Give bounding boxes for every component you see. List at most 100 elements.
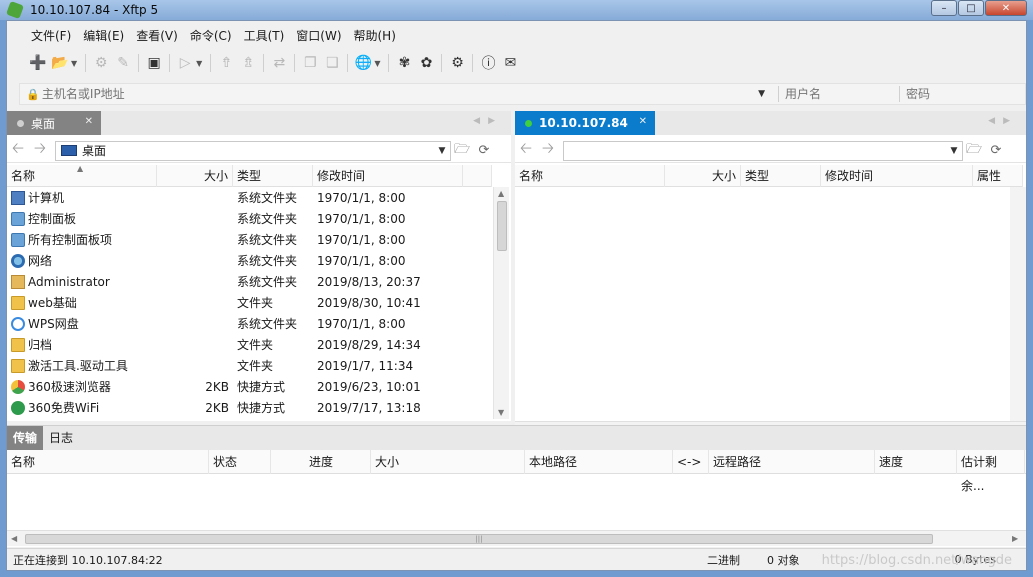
scroll-left-icon[interactable]: ◀ [11, 534, 17, 543]
new-session-icon[interactable]: ➕ [27, 53, 49, 73]
tab-local-desktop[interactable]: 桌面 ✕ [7, 111, 101, 135]
scroll-up-icon[interactable]: ▲ [498, 189, 504, 198]
file-row[interactable]: 控制面板 系统文件夹 1970/1/1, 8:00 [7, 208, 492, 229]
play-icon[interactable]: ▷ [174, 53, 196, 73]
chat-icon[interactable]: ✉ [499, 53, 521, 73]
path-dropdown-icon[interactable]: ▼ [434, 146, 450, 156]
file-row[interactable]: 激活工具.驱动工具 文件夹 2019/1/7, 11:34 [7, 355, 492, 376]
transfer-horizontal-scrollbar[interactable]: ◀ ||| ▶ [7, 530, 1026, 546]
menu-tools[interactable]: 工具(T) [238, 27, 291, 44]
tab-transfer[interactable]: 传输 [7, 426, 44, 450]
column-speed[interactable]: 速度 [875, 450, 957, 474]
menu-view[interactable]: 查看(V) [130, 27, 184, 44]
column-size[interactable]: 大小 [157, 165, 233, 187]
xshell-icon[interactable]: ✾ [393, 53, 415, 73]
file-row[interactable]: Administrator 系统文件夹 2019/8/13, 20:37 [7, 271, 492, 292]
local-vertical-scrollbar[interactable]: ▲ ▼ [493, 187, 509, 419]
column-type[interactable]: 类型 [233, 165, 313, 187]
help-icon[interactable]: ⓘ [477, 53, 499, 73]
column-modified[interactable]: 修改时间 [821, 165, 973, 187]
back-arrow-icon[interactable]: 🡠 [7, 138, 29, 163]
tab-log[interactable]: 日志 [43, 426, 79, 450]
column-modified[interactable]: 修改时间 [313, 165, 463, 187]
scroll-thumb[interactable]: ||| [25, 534, 933, 544]
host-input[interactable] [41, 87, 759, 101]
cloud-icon [11, 316, 25, 331]
column-extra[interactable] [463, 165, 492, 187]
toolbar-separator [388, 54, 390, 72]
file-row[interactable]: web基础 文件夹 2019/8/30, 10:41 [7, 292, 492, 313]
path-dropdown-icon[interactable]: ▼ [946, 146, 962, 156]
remote-vertical-scrollbar[interactable] [1010, 187, 1026, 421]
paste-icon[interactable]: ❑ [321, 53, 343, 73]
properties-icon[interactable]: ▣ [143, 53, 165, 73]
transfer-column-headers: 名称 状态 进度 大小 本地路径 <-> 远程路径 速度 估计剩余... [7, 450, 1026, 493]
host-dropdown-icon[interactable]: ▼ [758, 89, 778, 99]
connect-icon[interactable]: ⚙ [90, 53, 112, 73]
file-row[interactable]: 计算机 系统文件夹 1970/1/1, 8:00 [7, 187, 492, 208]
copy-icon[interactable]: ❐ [299, 53, 321, 73]
globe-icon[interactable]: 🌐 [352, 53, 374, 73]
column-name[interactable]: 名称 ▲ [7, 164, 157, 187]
parent-folder-icon[interactable]: 🗁 [963, 140, 985, 162]
refresh-icon[interactable]: ⟳ [473, 143, 495, 158]
tab-scroll-arrows-icon[interactable]: ◀▶ [473, 116, 503, 126]
local-path-select[interactable]: 桌面 ▼ [55, 140, 451, 161]
column-progress[interactable]: 进度 [271, 450, 371, 474]
column-type[interactable]: 类型 [741, 165, 821, 187]
disconnect-icon[interactable]: ✎ [112, 53, 134, 73]
menu-file[interactable]: 文件(F) [25, 27, 77, 44]
close-tab-icon[interactable]: ✕ [639, 116, 647, 127]
minimize-button[interactable]: – [931, 0, 957, 16]
column-attributes[interactable]: 属性 [973, 165, 1023, 187]
column-direction[interactable]: <-> [673, 450, 709, 474]
menu-edit[interactable]: 编辑(E) [77, 27, 130, 44]
xftp-icon[interactable]: ✿ [415, 53, 437, 73]
globe-dropdown-icon[interactable]: ▼ [374, 59, 380, 68]
close-tab-icon[interactable]: ✕ [85, 116, 93, 127]
column-remote-path[interactable]: 远程路径 [709, 450, 875, 474]
column-size[interactable]: 大小 [665, 165, 741, 187]
menu-command[interactable]: 命令(C) [184, 27, 238, 44]
remote-path-select[interactable]: ▼ [563, 140, 963, 161]
column-status[interactable]: 状态 [209, 450, 271, 474]
upload-icon[interactable]: ⇮ [215, 53, 237, 73]
file-modified: 2019/1/7, 11:34 [317, 358, 414, 373]
play-dropdown-icon[interactable]: ▼ [196, 59, 202, 68]
close-button[interactable]: ✕ [985, 0, 1027, 16]
toolbar-separator [138, 54, 140, 72]
file-row[interactable]: 所有控制面板项 系统文件夹 1970/1/1, 8:00 [7, 229, 492, 250]
scroll-right-icon[interactable]: ▶ [1012, 534, 1018, 543]
file-row[interactable]: 归档 文件夹 2019/8/29, 14:34 [7, 334, 492, 355]
forward-arrow-icon[interactable]: 🡢 [29, 138, 51, 163]
menu-help[interactable]: 帮助(H) [348, 27, 402, 44]
connection-status: 正在连接到 10.10.107.84:22 [13, 553, 163, 567]
forward-arrow-icon[interactable]: 🡢 [537, 138, 559, 163]
column-name[interactable]: 名称 [7, 450, 209, 474]
tab-scroll-arrows-icon[interactable]: ◀▶ [988, 116, 1018, 126]
download-icon[interactable]: ⇯ [237, 53, 259, 73]
column-eta[interactable]: 估计剩余... [957, 450, 1025, 493]
menu-window[interactable]: 窗口(W) [290, 27, 347, 44]
column-local-path[interactable]: 本地路径 [525, 450, 673, 474]
file-row[interactable]: 360极速浏览器 2KB 快捷方式 2019/6/23, 10:01 [7, 376, 492, 397]
back-arrow-icon[interactable]: 🡠 [515, 138, 537, 163]
open-folder-icon[interactable]: 📂 [49, 53, 71, 73]
column-name[interactable]: 名称 [515, 165, 665, 187]
sync-icon[interactable]: ⇄ [268, 53, 290, 73]
toolbar-separator [210, 54, 212, 72]
username-input[interactable] [779, 87, 899, 101]
scroll-thumb[interactable] [497, 201, 507, 251]
file-row[interactable]: 网络 系统文件夹 1970/1/1, 8:00 [7, 250, 492, 271]
password-input[interactable] [900, 87, 1025, 101]
column-size[interactable]: 大小 [371, 450, 525, 474]
refresh-icon[interactable]: ⟳ [985, 143, 1007, 158]
open-dropdown-icon[interactable]: ▼ [71, 59, 77, 68]
tab-remote-session[interactable]: 10.10.107.84 ✕ [515, 111, 655, 135]
maximize-button[interactable]: □ [958, 0, 984, 16]
options-gear-icon[interactable]: ⚙ [446, 53, 468, 73]
file-row[interactable]: 360免费WiFi 2KB 快捷方式 2019/7/17, 13:18 [7, 397, 492, 418]
scroll-down-icon[interactable]: ▼ [498, 408, 504, 417]
parent-folder-icon[interactable]: 🗁 [451, 140, 473, 162]
file-row[interactable]: WPS网盘 系统文件夹 1970/1/1, 8:00 [7, 313, 492, 334]
